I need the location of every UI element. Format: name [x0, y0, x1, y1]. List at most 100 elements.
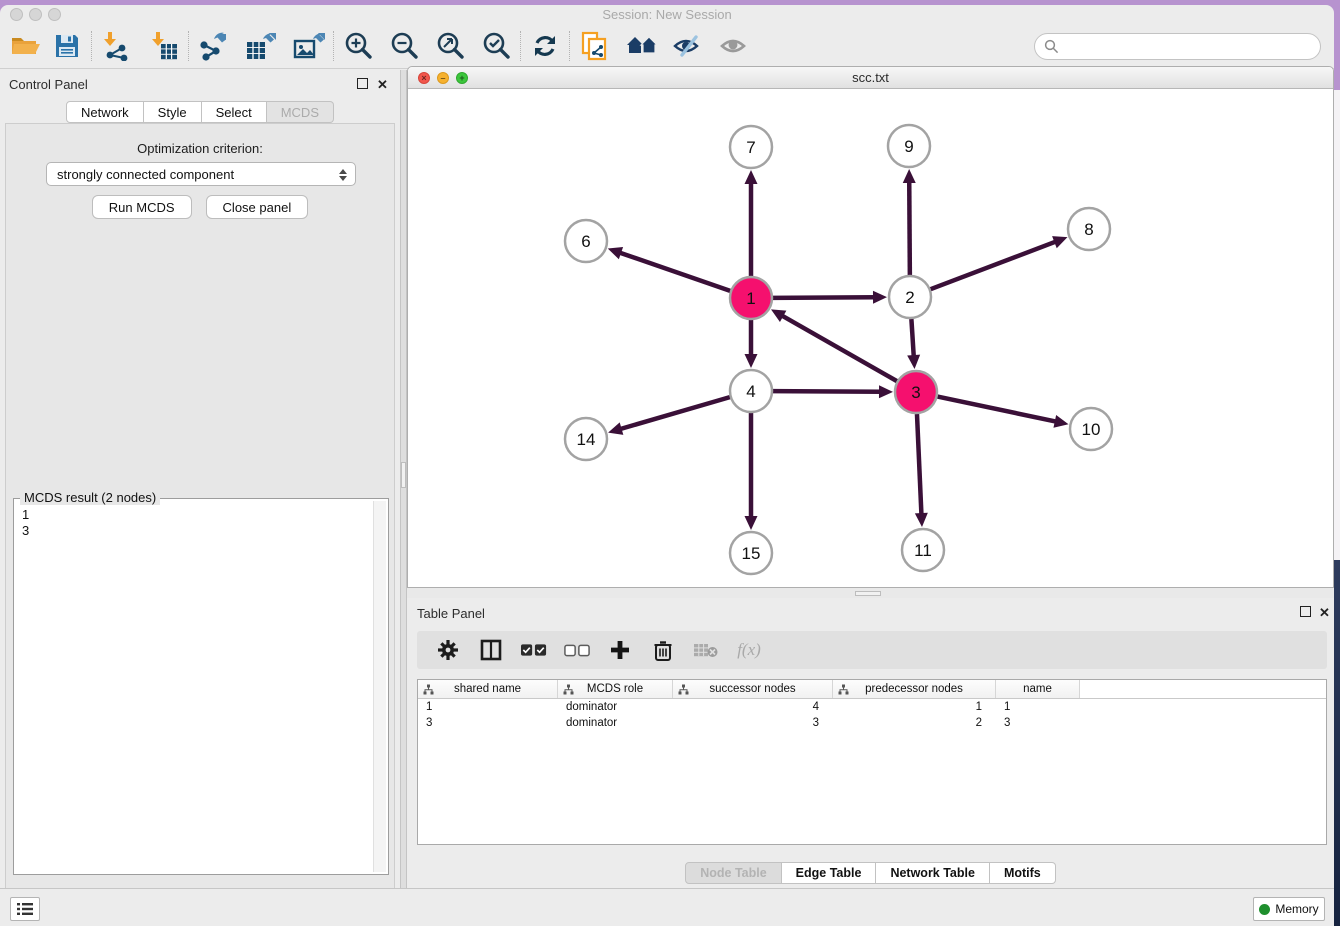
save-icon[interactable] [50, 29, 84, 63]
graph-edge[interactable] [773, 291, 887, 304]
tab-mcds[interactable]: MCDS [267, 101, 334, 123]
table-cell[interactable]: 4 [673, 699, 833, 715]
graph-node-6[interactable]: 6 [565, 220, 607, 262]
result-scrollbar[interactable] [373, 501, 386, 872]
graph-edge[interactable] [931, 236, 1068, 289]
graph-edge[interactable] [915, 414, 928, 527]
graph-node-11[interactable]: 11 [902, 529, 944, 571]
column-header-name[interactable]: name [996, 680, 1080, 698]
splitter-handle[interactable] [855, 591, 881, 596]
delete-table-icon [693, 637, 719, 663]
table-cell[interactable]: dominator [558, 715, 673, 731]
table-header-row: shared nameMCDS rolesuccessor nodesprede… [418, 680, 1326, 699]
graph-edge[interactable] [745, 320, 758, 368]
table-cell[interactable]: 1 [833, 699, 996, 715]
network-window-titlebar[interactable]: × – + scc.txt [408, 67, 1333, 89]
float-table-panel-icon[interactable] [1300, 605, 1311, 620]
desktop: Session: New Session [0, 0, 1340, 926]
zoom-fit-icon[interactable] [433, 29, 467, 63]
graph-node-8[interactable]: 8 [1068, 208, 1110, 250]
table-cell[interactable]: dominator [558, 699, 673, 715]
graph-node-3[interactable]: 3 [895, 371, 937, 413]
mcds-tab-content: Optimization criterion: strongly connect… [5, 123, 395, 891]
zoom-selected-icon[interactable] [479, 29, 513, 63]
table-cell[interactable]: 3 [673, 715, 833, 731]
graph-node-15[interactable]: 15 [730, 532, 772, 574]
graph-edge[interactable] [907, 319, 920, 369]
export-table-icon[interactable] [244, 29, 278, 63]
graph-edge[interactable] [608, 247, 730, 291]
close-panel-button[interactable]: Close panel [206, 195, 309, 219]
run-mcds-button[interactable]: Run MCDS [92, 195, 192, 219]
network-canvas[interactable]: 1 2 3 4 6 7 8 9 10 11 14 15 [408, 89, 1333, 587]
tab-network-table[interactable]: Network Table [876, 862, 990, 884]
vertical-splitter[interactable] [400, 70, 407, 893]
gear-icon[interactable] [435, 637, 461, 663]
hierarchy-icon [678, 684, 689, 695]
horizontal-splitter[interactable] [407, 588, 1334, 598]
graph-node-10[interactable]: 10 [1070, 408, 1112, 450]
graph-edge[interactable] [903, 169, 916, 275]
refresh-icon[interactable] [528, 29, 562, 63]
table-cell[interactable]: 3 [996, 715, 1080, 731]
tab-network[interactable]: Network [66, 101, 144, 123]
tab-select[interactable]: Select [202, 101, 267, 123]
network-graph[interactable]: 1 2 3 4 6 7 8 9 10 11 14 15 [408, 89, 1333, 587]
table-row[interactable]: 1dominator411 [418, 699, 1326, 715]
table-row[interactable]: 3dominator323 [418, 715, 1326, 731]
tab-style[interactable]: Style [144, 101, 202, 123]
column-header-shared-name[interactable]: shared name [418, 680, 558, 698]
graph-edge[interactable] [745, 413, 758, 530]
tab-edge-table[interactable]: Edge Table [782, 862, 877, 884]
mcds-result-group: MCDS result (2 nodes) 1 3 [13, 498, 389, 875]
column-header-MCDS-role[interactable]: MCDS role [558, 680, 673, 698]
graph-node-2[interactable]: 2 [889, 276, 931, 318]
search-input[interactable] [1034, 33, 1321, 60]
graph-edge[interactable] [773, 385, 893, 398]
node-table[interactable]: shared nameMCDS rolesuccessor nodesprede… [417, 679, 1327, 845]
graph-edge[interactable] [771, 309, 897, 381]
add-column-icon[interactable] [607, 637, 633, 663]
table-cell[interactable]: 1 [418, 699, 558, 715]
graph-node-4[interactable]: 4 [730, 370, 772, 412]
eye-slash-icon[interactable] [671, 29, 705, 63]
graph-node-1[interactable]: 1 [730, 277, 772, 319]
import-network-icon[interactable] [99, 29, 133, 63]
toolbar-separator [333, 31, 334, 61]
tab-motifs[interactable]: Motifs [990, 862, 1056, 884]
close-table-panel-icon[interactable]: ✕ [1319, 605, 1330, 621]
zoom-in-icon[interactable] [341, 29, 375, 63]
svg-text:3: 3 [911, 383, 920, 402]
graph-node-14[interactable]: 14 [565, 418, 607, 460]
svg-text:2: 2 [905, 288, 914, 307]
graph-edge[interactable] [938, 397, 1069, 428]
memory-button[interactable]: Memory [1253, 897, 1325, 921]
close-panel-icon[interactable]: ✕ [377, 77, 388, 93]
splitter-handle[interactable] [401, 462, 406, 488]
graph-edge[interactable] [608, 397, 730, 435]
graph-node-9[interactable]: 9 [888, 125, 930, 167]
table-cell[interactable]: 1 [996, 699, 1080, 715]
houses-icon[interactable] [625, 29, 659, 63]
zoom-out-icon[interactable] [387, 29, 421, 63]
float-panel-icon[interactable] [357, 77, 368, 92]
column-header-predecessor-nodes[interactable]: predecessor nodes [833, 680, 996, 698]
deselect-all-columns-icon[interactable] [564, 637, 590, 663]
task-history-button[interactable] [10, 897, 40, 921]
show-columns-icon[interactable] [478, 637, 504, 663]
import-table-icon[interactable] [147, 29, 181, 63]
tab-node-table[interactable]: Node Table [685, 862, 781, 884]
select-all-columns-icon[interactable] [521, 637, 547, 663]
hierarchy-icon [838, 684, 849, 695]
copy-document-icon[interactable] [577, 29, 611, 63]
delete-column-icon[interactable] [650, 637, 676, 663]
open-folder-icon[interactable] [8, 29, 42, 63]
criterion-dropdown[interactable]: strongly connected component [46, 162, 356, 186]
table-cell[interactable]: 3 [418, 715, 558, 731]
table-cell[interactable]: 2 [833, 715, 996, 731]
column-header-successor-nodes[interactable]: successor nodes [673, 680, 833, 698]
export-network-icon[interactable] [196, 29, 230, 63]
graph-node-7[interactable]: 7 [730, 126, 772, 168]
graph-edge[interactable] [745, 170, 758, 276]
export-image-icon[interactable] [292, 29, 326, 63]
